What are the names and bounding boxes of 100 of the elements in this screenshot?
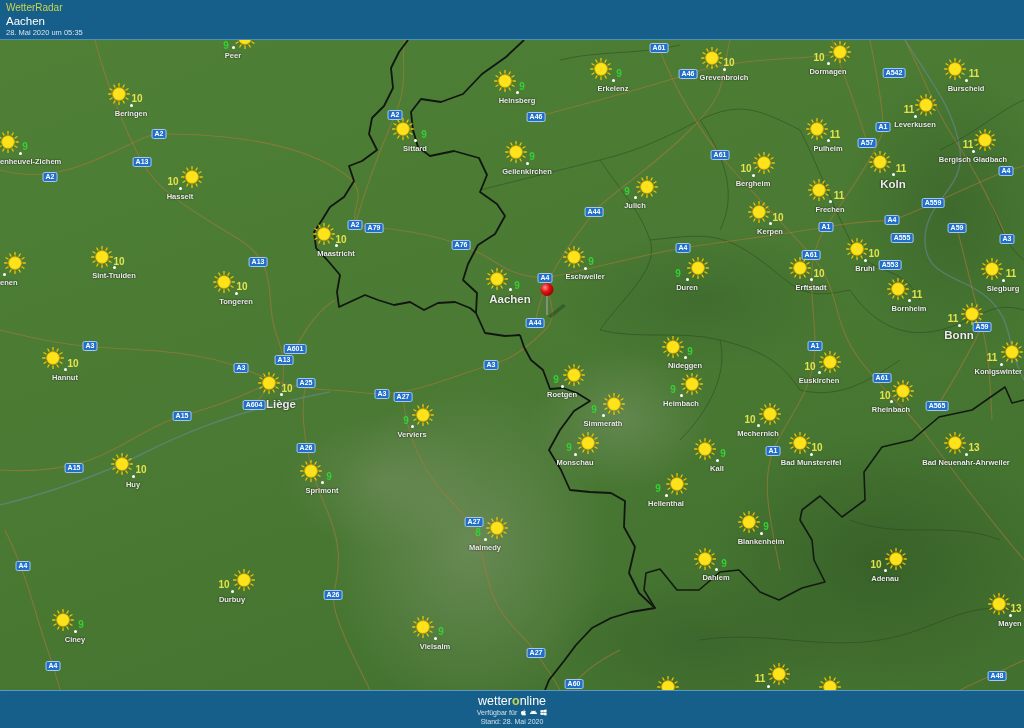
- place-name: Liège: [266, 397, 296, 411]
- temperature-label: 11: [968, 67, 980, 79]
- sun-icon: [412, 616, 434, 638]
- windows-icon: [540, 709, 548, 716]
- town-marker-icon: [63, 367, 67, 371]
- town-marker-icon: [483, 537, 487, 541]
- temperature-label: 9: [591, 403, 597, 415]
- sun-icon: [486, 268, 508, 290]
- town-marker-icon: [231, 45, 235, 49]
- sun-icon: [494, 70, 516, 92]
- temperature-label: 11: [986, 351, 998, 363]
- temperature-label: 9: [519, 80, 525, 92]
- town-marker-icon: [334, 243, 338, 247]
- sun-icon: [111, 453, 133, 475]
- location-title: Aachen: [6, 13, 45, 28]
- temperature-label: 10: [870, 558, 882, 570]
- temperature-label: 9: [223, 40, 229, 51]
- temperature-label: 9: [566, 441, 572, 453]
- sun-icon: [981, 258, 1003, 280]
- temperature-label: 9: [326, 470, 332, 482]
- town-marker-icon: [573, 452, 577, 456]
- sun-icon: [808, 179, 830, 201]
- sun-icon: [753, 152, 775, 174]
- sun-icon: [819, 351, 841, 373]
- temperature-label: 9: [588, 255, 594, 267]
- temperature-label: 9: [624, 185, 630, 197]
- temperature-label: 10: [723, 56, 735, 68]
- sun-icon: [258, 372, 280, 394]
- sun-icon: [892, 380, 914, 402]
- sun-icon: [91, 246, 113, 268]
- sun-icon: [52, 609, 74, 631]
- town-marker-icon: [759, 531, 763, 535]
- town-marker-icon: [1008, 613, 1012, 617]
- android-icon: [530, 709, 538, 716]
- temperature-label: 9: [438, 625, 444, 637]
- sun-icon: [213, 271, 235, 293]
- temperature-label: 10: [740, 162, 752, 174]
- temperature-label: 10: [236, 280, 248, 292]
- sun-icon: [694, 548, 716, 570]
- sun-icon: [0, 131, 19, 153]
- temperature-label: 11: [895, 162, 907, 174]
- temperature-label: 10: [804, 360, 816, 372]
- district-border-line: [989, 199, 1024, 261]
- town-marker-icon: [410, 424, 414, 428]
- town-marker-icon: [891, 172, 895, 176]
- town-marker-icon: [560, 384, 564, 388]
- town-marker-icon: [2, 272, 6, 276]
- town-marker-icon: [685, 277, 689, 281]
- town-marker-icon: [826, 138, 830, 142]
- town-marker-icon: [18, 151, 22, 155]
- sun-icon: [944, 432, 966, 454]
- temperature-label: 10: [772, 211, 784, 223]
- temperature-label: 10: [811, 441, 823, 453]
- town-marker-icon: [664, 493, 668, 497]
- sun-icon: [846, 238, 868, 260]
- town-marker-icon: [751, 173, 755, 177]
- town-marker-icon: [129, 103, 133, 107]
- temperature-label: 11: [829, 128, 841, 140]
- town-marker-icon: [913, 114, 917, 118]
- sun-icon: [590, 58, 612, 80]
- sun-icon: [701, 47, 723, 69]
- town-marker-icon: [413, 138, 417, 142]
- brand-logo: wetteronline: [477, 694, 547, 708]
- town-marker-icon: [889, 399, 893, 403]
- town-marker-icon: [515, 90, 519, 94]
- sun-icon: [759, 403, 781, 425]
- temperature-label: 9: [529, 150, 535, 162]
- sun-icon: [603, 393, 625, 415]
- sun-icon: [887, 278, 909, 300]
- town-marker-icon: [601, 413, 605, 417]
- temperature-label: 10: [335, 233, 347, 245]
- sun-icon: [313, 223, 335, 245]
- town-marker-icon: [768, 221, 772, 225]
- sun-icon: [961, 303, 983, 325]
- town-marker-icon: [683, 355, 687, 359]
- sun-icon: [486, 517, 508, 539]
- town-marker-icon: [1001, 278, 1005, 282]
- town-marker-icon: [320, 480, 324, 484]
- temperature-label: 9: [78, 618, 84, 630]
- town-marker-icon: [525, 161, 529, 165]
- temperature-label: 10: [131, 92, 143, 104]
- sun-icon: [944, 58, 966, 80]
- temperature-label: 10: [744, 413, 756, 425]
- sun-icon: [694, 438, 716, 460]
- temperature-label: 9: [616, 67, 622, 79]
- sun-icon: [636, 176, 658, 198]
- place-name: Aachen: [489, 292, 531, 306]
- temperature-label: 9: [553, 373, 559, 385]
- temperature-label: 9: [403, 414, 409, 426]
- town-marker-icon: [279, 392, 283, 396]
- town-marker-icon: [964, 78, 968, 82]
- sun-icon: [1001, 341, 1023, 363]
- sun-icon: [738, 511, 760, 533]
- temperature-label: 10: [868, 247, 880, 259]
- temperature-label: 13: [1010, 602, 1022, 614]
- temperature-label: 10: [879, 389, 891, 401]
- temperature-label: 10: [67, 357, 79, 369]
- town-marker-icon: [809, 277, 813, 281]
- place-name: Bonn: [944, 328, 974, 342]
- town-marker-icon: [883, 568, 887, 572]
